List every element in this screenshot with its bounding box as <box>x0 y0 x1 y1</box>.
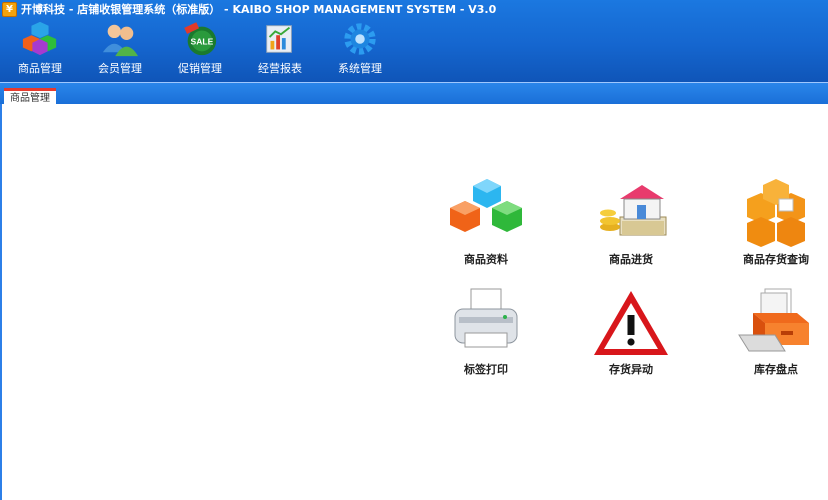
app-header: ¥ 开博科技 - 店铺收银管理系统（标准版） - KAIBO SHOP MANA… <box>0 0 828 82</box>
content-left-border <box>0 104 2 500</box>
cubes-icon <box>450 179 522 232</box>
gear-icon <box>344 23 376 55</box>
printer-icon <box>454 288 518 348</box>
toolbar-item-label: 会员管理 <box>98 62 142 75</box>
report-icon <box>266 25 292 53</box>
boxes-icon <box>747 179 805 247</box>
house-money-icon <box>600 185 667 236</box>
toolbar-item-promotion[interactable]: SALE 促销管理 <box>160 18 240 80</box>
main-content <box>0 104 828 500</box>
toolbar-item-system[interactable]: 系统管理 <box>320 18 400 80</box>
main-toolbar: 商品管理 会员管理 SALE 促销管理 经营报表 系统管理 <box>0 18 400 80</box>
drawer-icon <box>738 288 809 352</box>
toolbar-item-goods[interactable]: 商品管理 <box>0 18 80 80</box>
svg-text:SALE: SALE <box>191 37 214 47</box>
tile-label: 商品存货查询 <box>743 253 809 266</box>
cubes-icon <box>22 21 57 56</box>
toolbar-item-label: 商品管理 <box>18 62 62 75</box>
tile-label: 存货异动 <box>609 363 653 376</box>
tile-label-print[interactable]: 标签打印 <box>431 287 541 387</box>
users-icon <box>102 24 139 57</box>
tile-goods-purchase[interactable]: 商品进货 <box>576 177 686 277</box>
tab-strip: 商品管理 <box>0 83 828 104</box>
tile-label: 库存盘点 <box>754 363 798 376</box>
tile-label: 商品资料 <box>464 253 508 266</box>
toolbar-item-members[interactable]: 会员管理 <box>80 18 160 80</box>
tab-goods-management[interactable]: 商品管理 <box>4 88 56 104</box>
tile-stock-movement[interactable]: 存货异动 <box>576 287 686 387</box>
toolbar-item-label: 经营报表 <box>258 62 302 75</box>
toolbar-item-label: 促销管理 <box>178 62 222 75</box>
toolbar-item-label: 系统管理 <box>338 62 382 75</box>
tile-inventory-count[interactable]: 库存盘点 <box>721 287 828 387</box>
tile-label: 标签打印 <box>464 363 508 376</box>
app-logo-icon: ¥ <box>2 1 17 17</box>
tile-stock-query[interactable]: 商品存货查询 <box>721 177 828 277</box>
tile-label: 商品进货 <box>609 253 653 266</box>
warning-icon <box>594 291 668 355</box>
toolbar-item-reports[interactable]: 经营报表 <box>240 18 320 80</box>
tile-goods-info[interactable]: 商品资料 <box>431 177 541 277</box>
sale-icon: SALE <box>184 22 217 56</box>
window-title: 开博科技 - 店铺收银管理系统（标准版） - KAIBO SHOP MANAGE… <box>21 3 497 16</box>
title-bar: ¥ 开博科技 - 店铺收银管理系统（标准版） - KAIBO SHOP MANA… <box>0 0 828 18</box>
